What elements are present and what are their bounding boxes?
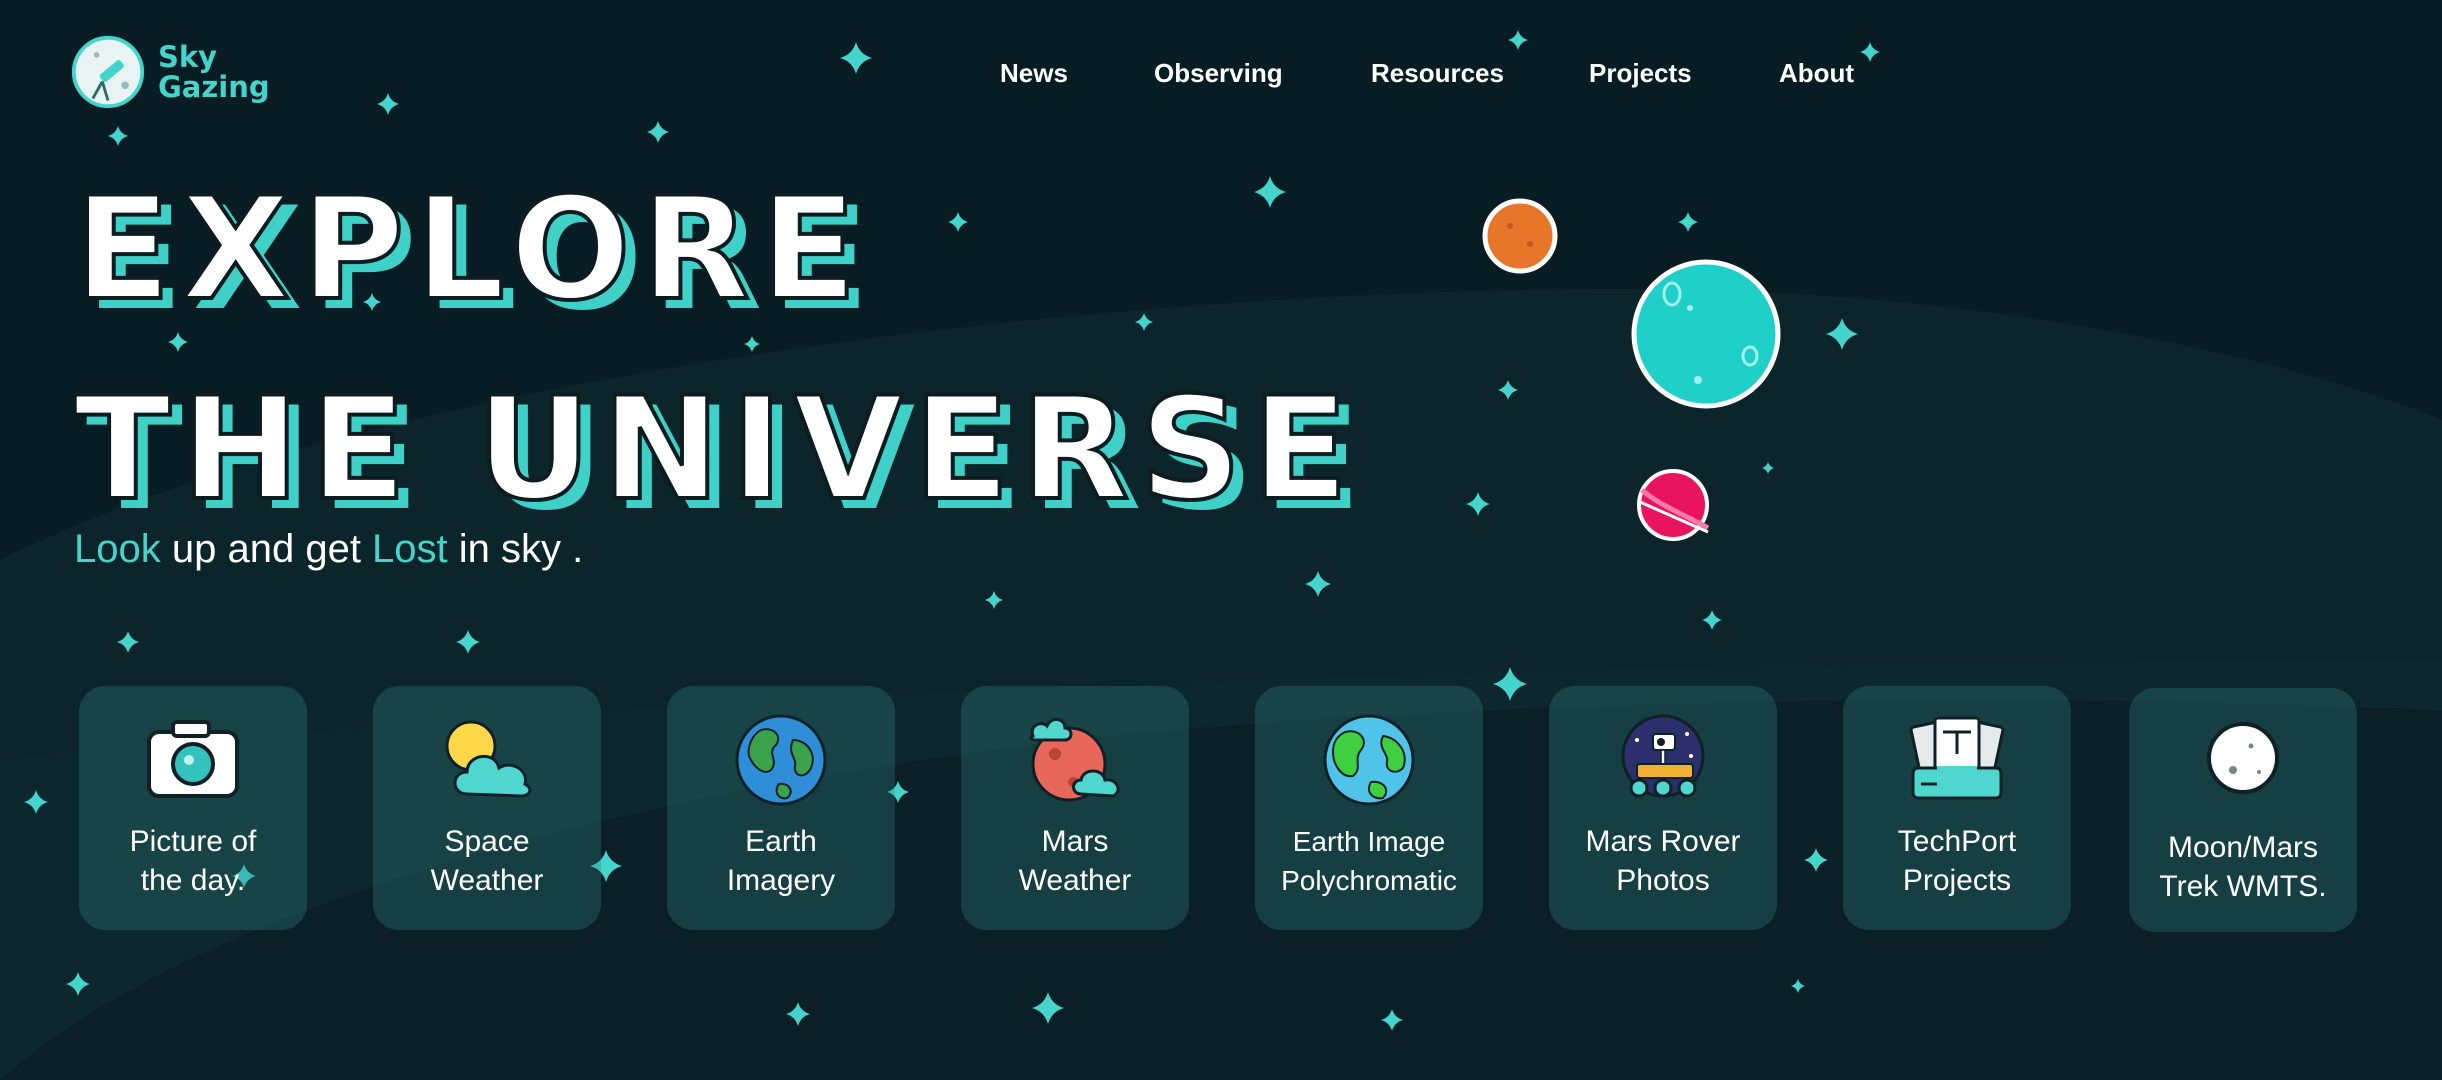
card-label: Moon/Mars Trek WMTS. (2129, 828, 2357, 906)
card-label-line1: Mars (1041, 825, 1109, 858)
orange-planet-icon (1482, 198, 1558, 274)
card-label-line2: Photos (1616, 864, 1710, 897)
nav-resources[interactable]: Resources (1371, 58, 1504, 89)
card-label-line2: Projects (1902, 864, 2012, 897)
card-label-line1: Picture of (129, 825, 257, 858)
teal-planet-icon (1631, 259, 1781, 409)
card-mars-rover-photos[interactable]: Mars Rover Photos (1549, 686, 1777, 930)
card-label-line1: Earth Image (1292, 826, 1446, 857)
tagline-look: Look (74, 527, 161, 571)
card-earth-image-polychromatic[interactable]: Earth Image Polychromatic (1255, 686, 1483, 930)
tagline-mid1: up and get (160, 527, 373, 571)
nav-about[interactable]: About (1779, 58, 1854, 89)
card-earth-imagery[interactable]: Earth Imagery (667, 686, 895, 930)
hero-title: EXPLORE THE UNIVERSE (72, 150, 1359, 550)
card-label: Earth Image Polychromatic (1255, 822, 1483, 900)
files-icon (1909, 716, 2005, 800)
moon-icon (2207, 722, 2279, 794)
card-label-line1: Space (444, 825, 530, 858)
card-label-line2: Trek WMTS. (2159, 870, 2327, 903)
camera-icon (147, 720, 239, 798)
earth-icon (735, 714, 827, 806)
card-techport-projects[interactable]: TechPort Projects (1843, 686, 2071, 930)
sun-cloud-icon (445, 720, 532, 798)
main-nav: News Observing Resources Projects About (0, 58, 2442, 98)
card-space-weather[interactable]: Space Weather (373, 686, 601, 930)
tagline: Look up and get Lost in sky . (74, 527, 583, 572)
earth-green-icon (1323, 714, 1415, 806)
card-label-line2: Weather (1018, 864, 1132, 897)
card-label-line2: Imagery (726, 864, 836, 897)
card-label: Picture of the day. (79, 822, 307, 900)
nav-news[interactable]: News (1000, 58, 1068, 89)
card-label-line1: TechPort (1897, 825, 2017, 858)
card-label: Space Weather (373, 822, 601, 900)
card-label-line2: the day. (140, 864, 246, 897)
card-label: Earth Imagery (667, 822, 895, 900)
tagline-lost: Lost (372, 527, 448, 571)
nav-observing[interactable]: Observing (1154, 58, 1283, 89)
pink-ringed-planet-icon (1637, 469, 1710, 541)
card-label-line2: Polychromatic (1281, 865, 1457, 896)
card-label-line1: Earth (745, 825, 817, 858)
card-label-line1: Moon/Mars (2167, 831, 2319, 864)
mars-cloud-icon (1029, 718, 1120, 802)
card-label: TechPort Projects (1843, 822, 2071, 900)
hero-title-line2: THE UNIVERSE (72, 365, 1359, 534)
card-label-line2: Weather (430, 864, 544, 897)
card-mars-weather[interactable]: Mars Weather (961, 686, 1189, 930)
tagline-mid2: in sky . (447, 527, 584, 571)
page: Sky Gazing News Observing Resources Proj… (0, 0, 2442, 1080)
card-label: Mars Weather (961, 822, 1189, 900)
card-moon-mars-trek[interactable]: Moon/Mars Trek WMTS. (2129, 688, 2357, 932)
card-label: Mars Rover Photos (1549, 822, 1777, 900)
card-picture-of-the-day[interactable]: Picture of the day. (79, 686, 307, 930)
nav-projects[interactable]: Projects (1589, 58, 1692, 89)
hero-title-line1: EXPLORE (72, 165, 868, 334)
card-label-line1: Mars Rover (1585, 825, 1741, 858)
rover-icon (1621, 714, 1705, 798)
